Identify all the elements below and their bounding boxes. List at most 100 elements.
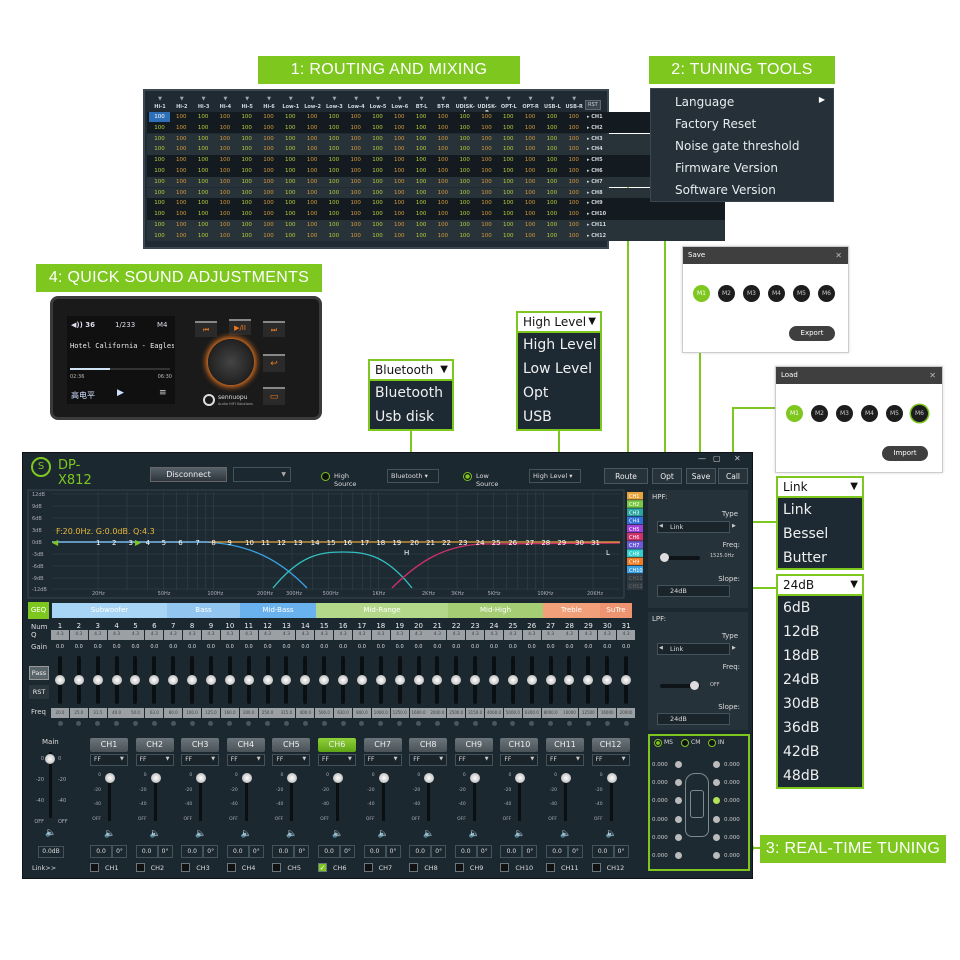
- dropdown-option[interactable]: 42dB: [778, 740, 862, 764]
- link-checkbox-ch3[interactable]: [181, 863, 191, 872]
- matrix-cell[interactable]: 100: [171, 177, 192, 187]
- memory-slot-M6[interactable]: M6: [911, 405, 928, 422]
- dropdown-option[interactable]: 24dB: [778, 668, 862, 692]
- matrix-cell[interactable]: 100: [411, 177, 432, 187]
- matrix-cell[interactable]: 100: [214, 134, 235, 144]
- matrix-cell[interactable]: 100: [520, 220, 541, 230]
- folder-button[interactable]: ▭: [263, 387, 285, 405]
- matrix-cell[interactable]: 100: [454, 134, 475, 144]
- matrix-cell[interactable]: 100: [214, 231, 235, 241]
- volume-knob[interactable]: [208, 339, 254, 385]
- matrix-cell[interactable]: 100: [389, 209, 410, 219]
- slope-select[interactable]: 24dB: [657, 713, 730, 725]
- matrix-cell[interactable]: 100: [171, 209, 192, 219]
- matrix-cell[interactable]: 100: [476, 209, 497, 219]
- menu-item-factory-reset[interactable]: Factory Reset: [675, 117, 756, 131]
- freq-input[interactable]: 160.0: [220, 708, 239, 718]
- matrix-cell[interactable]: 100: [411, 209, 432, 219]
- matrix-cell[interactable]: 100: [323, 123, 344, 133]
- matrix-cell[interactable]: 100: [432, 177, 453, 187]
- matrix-cell[interactable]: 100: [367, 144, 388, 154]
- high-source-select[interactable]: Bluetooth ▾: [387, 469, 439, 483]
- freq-input[interactable]: 3150.0: [466, 708, 485, 718]
- input-arrow-icon[interactable]: ▼: [389, 96, 411, 102]
- matrix-cell[interactable]: 100: [563, 198, 584, 208]
- speaker-icon[interactable]: 🔈: [378, 829, 389, 839]
- matrix-cell[interactable]: 100: [149, 177, 170, 187]
- type-select[interactable]: Link: [657, 521, 730, 533]
- matrix-cell[interactable]: 100: [302, 166, 323, 176]
- maximize-icon[interactable]: ▢: [713, 454, 721, 463]
- main-slider-thumb[interactable]: [45, 754, 55, 764]
- matrix-cell[interactable]: 100: [345, 231, 366, 241]
- q-input[interactable]: 4.3: [296, 630, 315, 640]
- input-arrow-icon[interactable]: ▼: [171, 96, 193, 102]
- matrix-cell[interactable]: 100: [476, 134, 497, 144]
- channel-gain-input[interactable]: 0.0: [500, 845, 523, 858]
- matrix-cell[interactable]: 100: [302, 134, 323, 144]
- freq-input[interactable]: 31.5: [88, 708, 107, 718]
- speaker-position-knob[interactable]: [675, 852, 682, 859]
- dropdown-option[interactable]: Bessel: [778, 522, 862, 546]
- speaker-position-knob[interactable]: [675, 833, 682, 841]
- channel-fader-thumb[interactable]: [378, 773, 389, 783]
- matrix-cell[interactable]: 100: [280, 177, 301, 187]
- matrix-cell[interactable]: 100: [193, 144, 214, 154]
- matrix-cell[interactable]: 100: [302, 198, 323, 208]
- channel-button-ch3[interactable]: CH3: [181, 738, 220, 752]
- matrix-cell[interactable]: 100: [432, 123, 453, 133]
- matrix-cell[interactable]: 100: [367, 198, 388, 208]
- q-input[interactable]: 4.3: [201, 630, 220, 640]
- matrix-cell[interactable]: 100: [171, 166, 192, 176]
- high-source-radio[interactable]: [321, 472, 330, 481]
- link-button[interactable]: Link>>: [32, 864, 56, 872]
- matrix-cell[interactable]: 100: [389, 231, 410, 241]
- q-input[interactable]: 4.3: [220, 630, 239, 640]
- matrix-cell[interactable]: 100: [476, 198, 497, 208]
- matrix-cell[interactable]: 100: [323, 112, 344, 122]
- matrix-cell[interactable]: 100: [193, 123, 214, 133]
- freq-input[interactable]: 1250.0: [390, 708, 409, 718]
- matrix-cell[interactable]: 100: [280, 188, 301, 198]
- speaker-icon[interactable]: 🔈: [241, 829, 252, 839]
- matrix-cell[interactable]: 100: [302, 112, 323, 122]
- matrix-cell[interactable]: 100: [280, 198, 301, 208]
- matrix-cell[interactable]: 100: [563, 188, 584, 198]
- matrix-cell[interactable]: 100: [345, 112, 366, 122]
- menu-item-noise-gate-threshold[interactable]: Noise gate threshold: [675, 139, 800, 153]
- matrix-cell[interactable]: 100: [432, 220, 453, 230]
- dropdown-option[interactable]: USB: [518, 405, 600, 429]
- matrix-cell[interactable]: 100: [389, 144, 410, 154]
- channel-gain-input[interactable]: 0.0: [591, 845, 614, 858]
- q-input[interactable]: 4.3: [334, 630, 353, 640]
- prev-arrow-icon[interactable]: ◀: [659, 645, 663, 651]
- matrix-cell[interactable]: 100: [454, 144, 475, 154]
- matrix-cell[interactable]: 100: [258, 144, 279, 154]
- matrix-cell[interactable]: 100: [563, 177, 584, 187]
- channel-fader-thumb[interactable]: [561, 773, 571, 783]
- q-input[interactable]: 4.3: [126, 630, 145, 640]
- gain-slider-thumb[interactable]: [92, 675, 103, 685]
- dropdown-selected[interactable]: High Level ▼: [518, 313, 600, 333]
- freq-input[interactable]: 125.0: [201, 708, 220, 718]
- dropdown-option[interactable]: Bluetooth: [370, 381, 452, 405]
- q-input[interactable]: 4.3: [164, 630, 183, 640]
- matrix-cell[interactable]: 100: [476, 123, 497, 133]
- input-arrow-icon[interactable]: ▼: [323, 96, 345, 102]
- channel-button-ch2[interactable]: CH2: [135, 738, 174, 752]
- link-checkbox-ch12[interactable]: [591, 863, 601, 872]
- speaker-position-knob[interactable]: [675, 815, 682, 823]
- matrix-cell[interactable]: 100: [171, 134, 192, 144]
- q-input[interactable]: 4.3: [258, 630, 277, 640]
- matrix-cell[interactable]: 100: [214, 220, 235, 230]
- matrix-cell[interactable]: 100: [563, 209, 584, 219]
- memory-slot-M5[interactable]: M5: [886, 405, 903, 422]
- matrix-cell[interactable]: 100: [258, 155, 279, 165]
- matrix-cell[interactable]: 100: [498, 188, 519, 198]
- q-input[interactable]: 4.3: [560, 630, 579, 640]
- matrix-cell[interactable]: 100: [323, 166, 344, 176]
- input-arrow-icon[interactable]: ▼: [367, 96, 389, 102]
- matrix-cell[interactable]: 100: [476, 155, 497, 165]
- matrix-cell[interactable]: 100: [236, 177, 257, 187]
- freq-input[interactable]: 63.0: [145, 708, 164, 718]
